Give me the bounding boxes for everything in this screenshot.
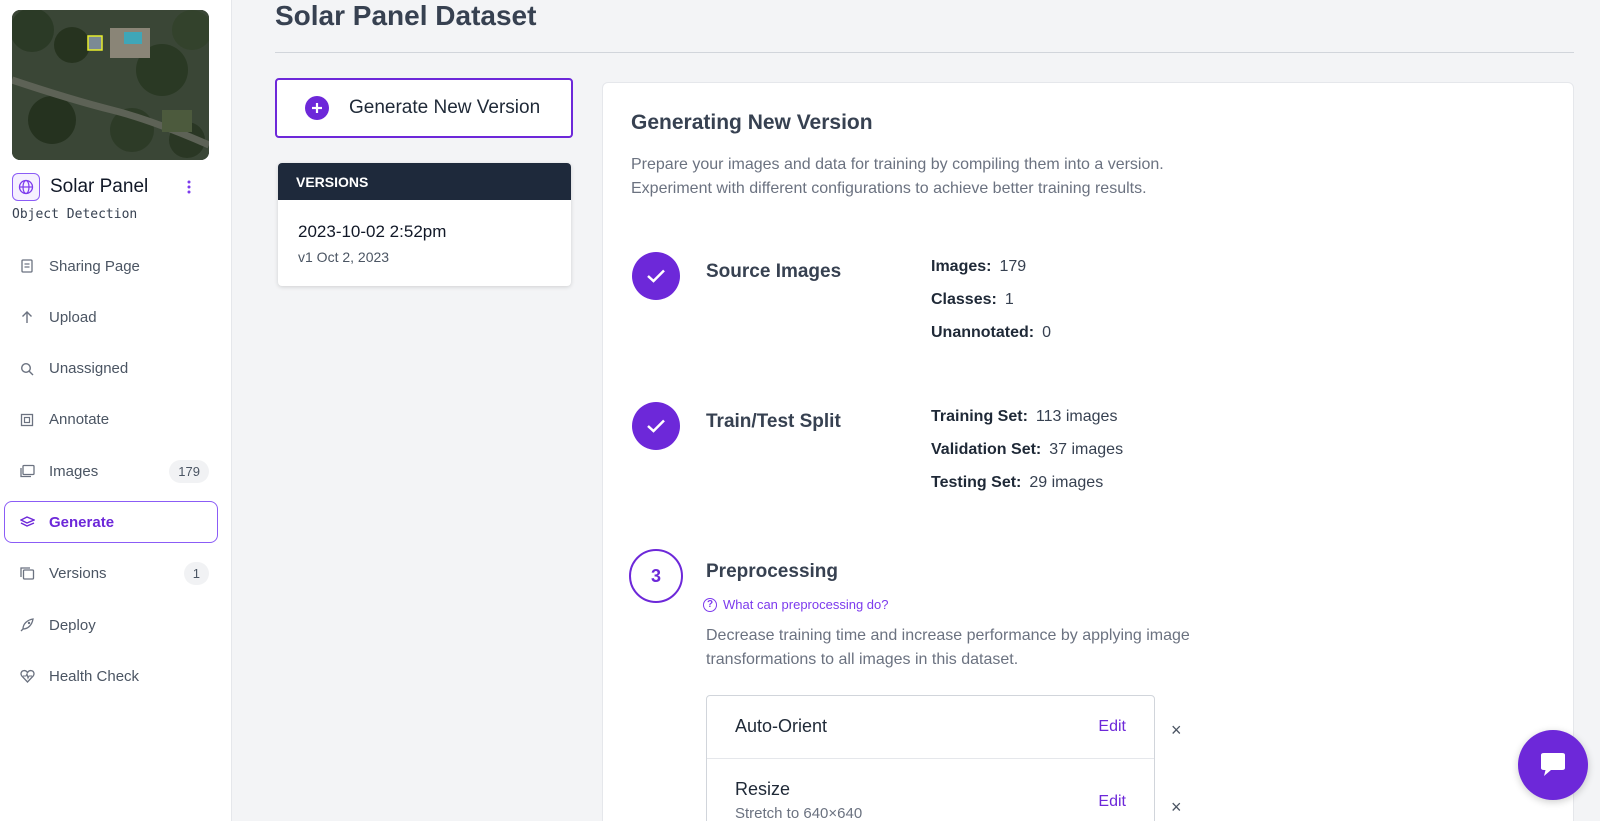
rocket-icon (19, 617, 35, 633)
preprocessing-option-resize: Resize Stretch to 640×640 Edit (707, 759, 1154, 821)
step-complete-check-icon (632, 252, 680, 300)
versions-count-badge: 1 (183, 562, 209, 586)
help-link-label: What can preprocessing do? (723, 597, 889, 612)
globe-icon (12, 173, 40, 201)
project-name: Solar Panel (50, 176, 149, 197)
version-name: 2023-10-02 2:52pm (298, 222, 447, 241)
sidebar-item-unassigned[interactable]: Unassigned (4, 348, 218, 390)
panel-description-line: Experiment with different configurations… (631, 179, 1147, 197)
generate-new-version-label: Generate New Version (349, 97, 541, 118)
chat-support-button[interactable] (1518, 730, 1588, 800)
sidebar-item-label: Annotate (49, 411, 110, 429)
panel-description-line: Prepare your images and data for trainin… (631, 156, 1164, 173)
option-name: Resize (735, 779, 791, 799)
preprocessing-description-line: transformations to all images in this da… (706, 650, 1019, 668)
sidebar-item-label: Health Check (49, 667, 140, 685)
sidebar-item-generate[interactable]: Generate (4, 501, 218, 544)
sidebar-item-sharing-page[interactable]: Sharing Page (4, 245, 218, 287)
sidebar-item-label: Versions (49, 565, 107, 583)
training-set-stat: Training Set: 113 images (931, 408, 1117, 426)
arrow-up-icon (19, 309, 35, 325)
stat-key: Classes: (931, 291, 997, 308)
edit-resize-button[interactable]: Edit (1098, 793, 1126, 811)
stat-key: Testing Set: (931, 474, 1022, 491)
preprocessing-options: Auto-Orient Edit Resize Stretch to 640×6… (706, 695, 1155, 821)
stat-value: 1 (1004, 291, 1014, 308)
heart-pulse-icon (19, 668, 35, 684)
aerial-image (12, 10, 209, 160)
project-thumbnail[interactable] (12, 10, 209, 160)
sidebar-item-label: Deploy (49, 616, 96, 634)
remove-auto-orient-close-icon[interactable]: × (1171, 720, 1182, 741)
preprocessing-option-auto-orient: Auto-Orient Edit (707, 696, 1154, 759)
step-number: 3 (629, 549, 683, 603)
versions-card: VERSIONS 2023-10-02 2:52pm v1 Oct 2, 202… (278, 163, 571, 286)
sidebar-item-label: Images (49, 462, 99, 480)
stat-value: 37 images (1049, 441, 1124, 458)
panel-description: Prepare your images and data for trainin… (631, 153, 1231, 200)
question-circle-icon: ? (703, 597, 717, 612)
generate-icon (19, 514, 35, 530)
search-icon (19, 361, 35, 377)
unannotated-stat: Unannotated: 0 (931, 324, 1051, 342)
images-stat: Images: 179 (931, 258, 1026, 276)
plus-icon (305, 96, 329, 120)
stat-key: Unannotated: (931, 324, 1035, 341)
preprocessing-description: Decrease training time and increase perf… (706, 624, 1266, 671)
page-title: Solar Panel Dataset (275, 0, 537, 31)
stat-key: Training Set: (931, 408, 1028, 425)
preprocessing-help-link[interactable]: ? What can preprocessing do? (703, 597, 888, 612)
images-count-badge: 179 (169, 459, 209, 483)
annotate-icon (19, 412, 35, 428)
sidebar-item-label: Generate (49, 513, 115, 531)
sidebar-nav: Sharing Page Upload Unassigned Annotate … (4, 245, 218, 707)
option-name: Auto-Orient (735, 716, 828, 736)
images-icon (19, 463, 35, 479)
stat-value: 29 images (1029, 474, 1104, 491)
project-header: Solar Panel (12, 173, 212, 201)
stat-key: Images: (931, 258, 992, 275)
sidebar-item-label: Sharing Page (49, 257, 140, 275)
remove-resize-close-icon[interactable]: × (1171, 797, 1182, 818)
testing-set-stat: Testing Set: 29 images (931, 474, 1103, 492)
stat-value: 179 (999, 258, 1027, 275)
edit-auto-orient-button[interactable]: Edit (1098, 718, 1126, 736)
sidebar-item-label: Unassigned (49, 360, 129, 378)
generate-panel: Generating New Version Prepare your imag… (602, 82, 1574, 821)
validation-set-stat: Validation Set: 37 images (931, 441, 1123, 459)
divider (275, 52, 1574, 53)
document-icon (19, 258, 35, 274)
stat-value: 0 (1042, 324, 1052, 341)
classes-stat: Classes: 1 (931, 291, 1014, 309)
preprocessing-description-line: Decrease training time and increase perf… (706, 627, 1190, 644)
versions-header: VERSIONS (278, 163, 571, 200)
preprocessing-title: Preprocessing (706, 561, 838, 582)
sidebar-item-images[interactable]: Images 179 (4, 450, 218, 492)
sidebar-item-label: Upload (49, 308, 97, 326)
sidebar-item-upload[interactable]: Upload (4, 296, 218, 338)
step-complete-check-icon (632, 402, 680, 450)
project-type: Object Detection (12, 207, 138, 222)
sidebar-item-deploy[interactable]: Deploy (4, 604, 218, 646)
version-subtitle: v1 Oct 2, 2023 (298, 249, 390, 265)
train-test-split-title: Train/Test Split (706, 411, 841, 432)
stat-value: 113 images (1035, 408, 1118, 425)
sidebar-item-annotate[interactable]: Annotate (4, 399, 218, 441)
chat-icon (1541, 753, 1565, 776)
sidebar: Solar Panel Object Detection Sharing Pag… (0, 0, 232, 821)
stat-key: Validation Set: (931, 441, 1042, 458)
sidebar-item-versions[interactable]: Versions 1 (4, 553, 218, 595)
generate-new-version-button[interactable]: Generate New Version (275, 78, 573, 138)
source-images-title: Source Images (706, 261, 842, 282)
versions-icon (19, 566, 35, 582)
more-options-icon[interactable] (182, 177, 196, 197)
sidebar-item-health-check[interactable]: Health Check (4, 655, 218, 697)
option-detail: Stretch to 640×640 (735, 805, 863, 821)
version-item[interactable]: 2023-10-02 2:52pm v1 Oct 2, 2023 (278, 200, 571, 265)
panel-title: Generating New Version (631, 111, 873, 134)
